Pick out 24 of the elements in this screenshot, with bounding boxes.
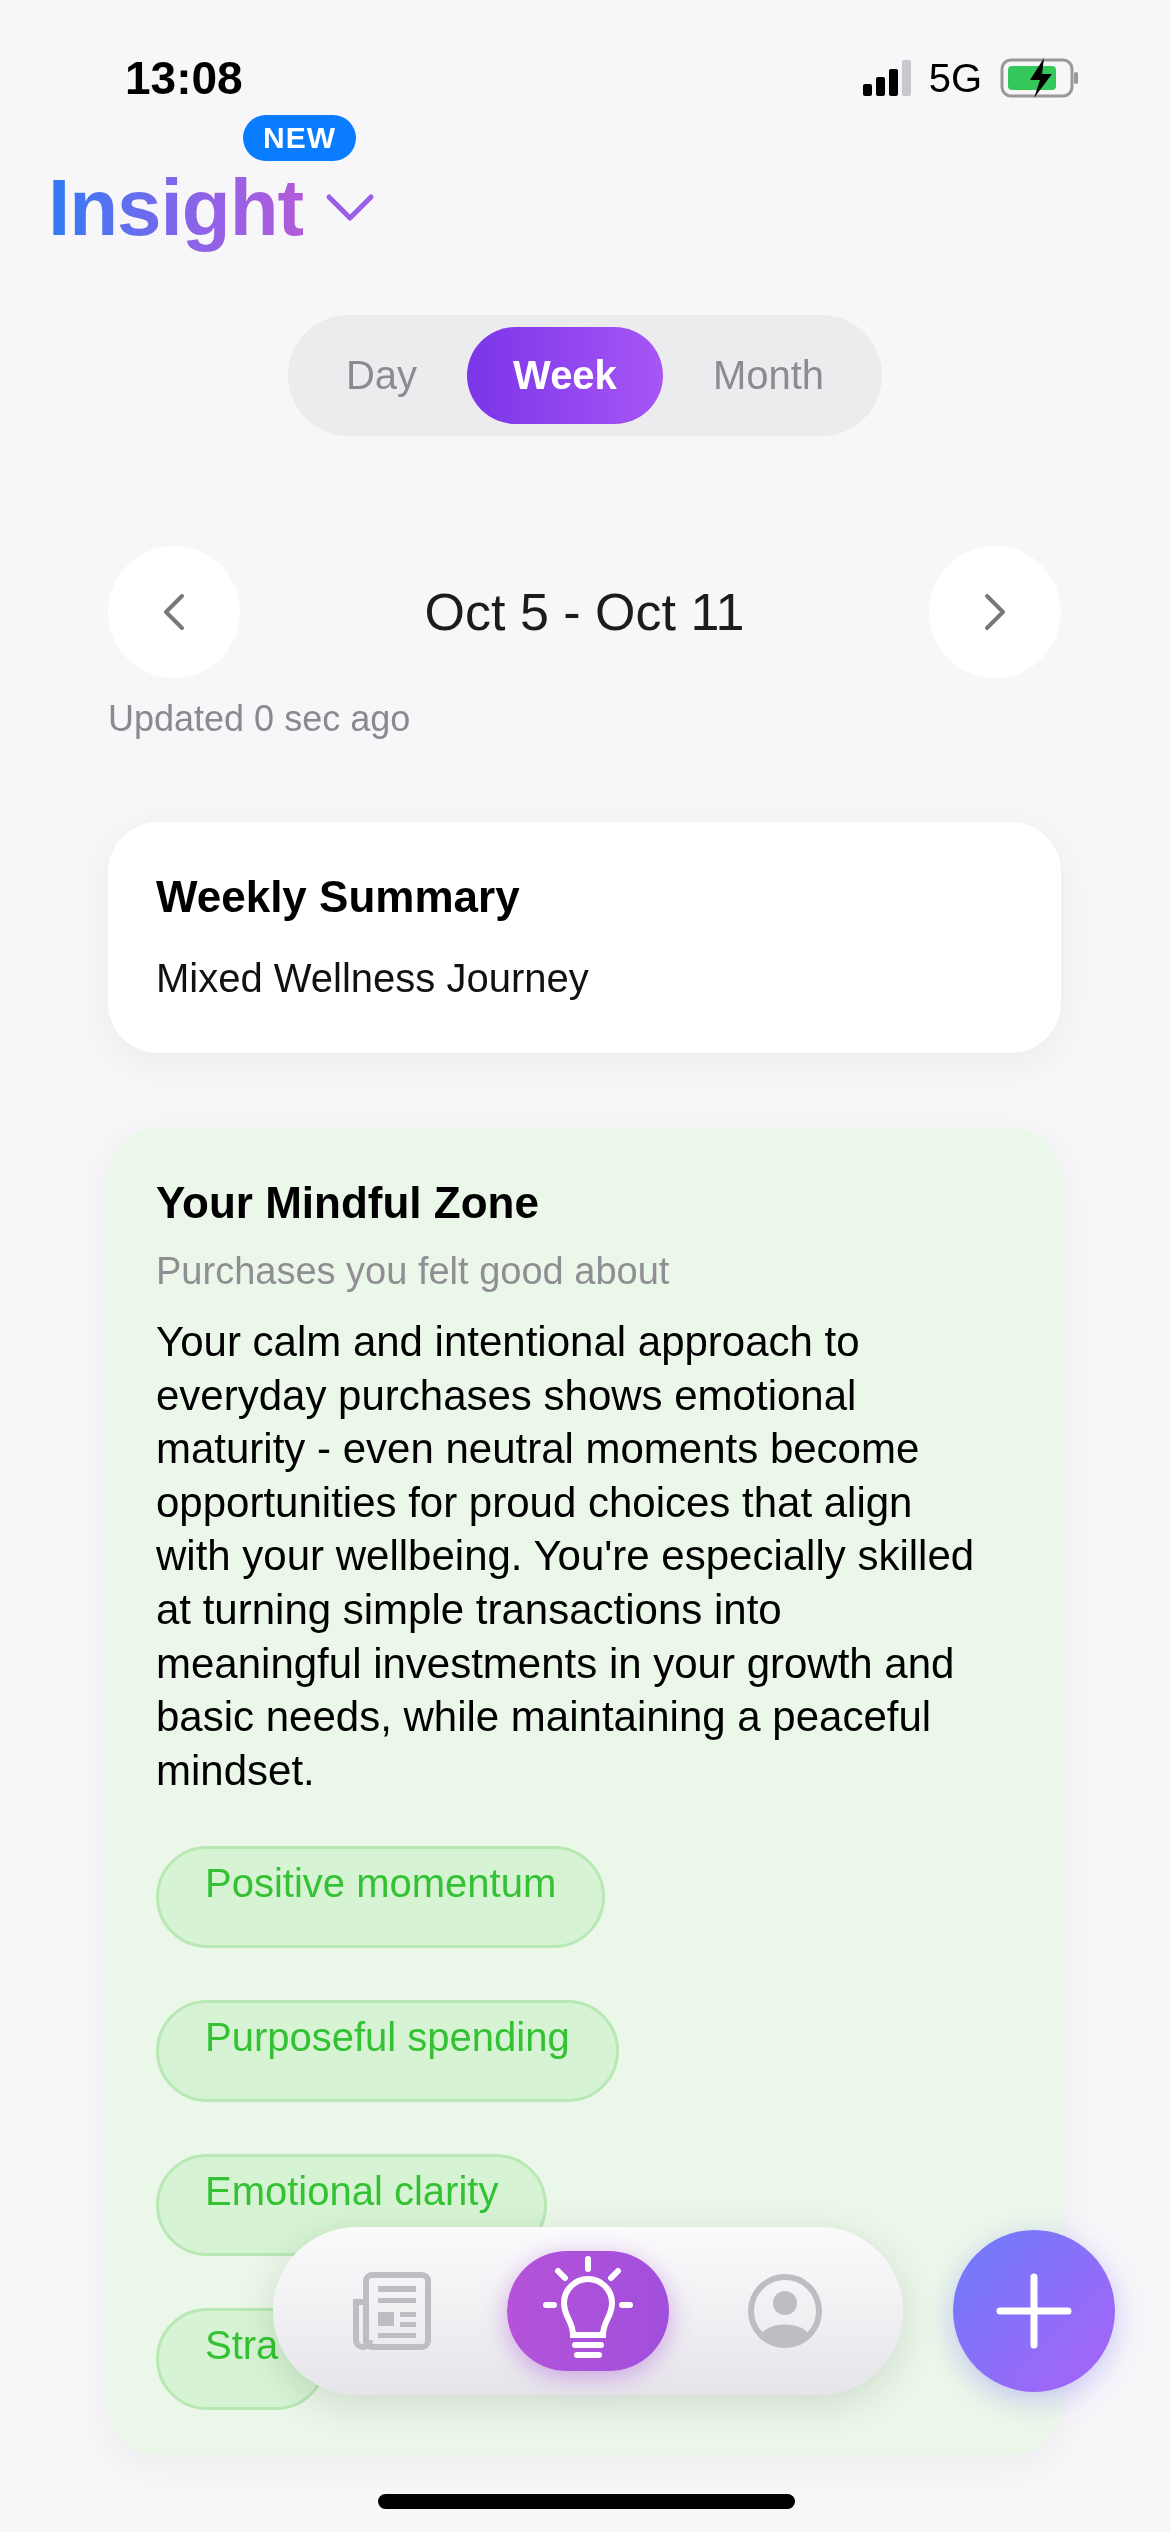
chevron-down-icon[interactable] bbox=[325, 193, 376, 223]
period-tab[interactable]: Day bbox=[299, 327, 464, 424]
plus-icon bbox=[996, 2273, 1072, 2349]
period-tab[interactable]: Month bbox=[666, 327, 871, 424]
date-range: Oct 5 - Oct 11 bbox=[424, 582, 745, 642]
period-tab[interactable]: Week bbox=[467, 327, 663, 424]
network-type: 5G bbox=[928, 55, 982, 101]
signal-icon bbox=[862, 60, 911, 96]
newspaper-icon bbox=[350, 2272, 433, 2350]
summary-text: Mixed Wellness Journey bbox=[156, 956, 590, 1001]
card-subtitle: Purchases you felt good about bbox=[156, 1250, 671, 1293]
insight-tag: Purposeful spending bbox=[156, 2000, 619, 2103]
insight-tag: Positive momentum bbox=[156, 1846, 606, 1949]
status-time: 13:08 bbox=[125, 51, 243, 105]
updated-label: Updated 0 sec ago bbox=[108, 698, 412, 740]
card-title: Your Mindful Zone bbox=[156, 1178, 540, 1228]
profile-icon bbox=[746, 2273, 823, 2349]
card-title: Weekly Summary bbox=[156, 872, 521, 922]
chevron-right-icon bbox=[983, 592, 1007, 632]
chevron-left-icon bbox=[162, 592, 186, 632]
insight-paragraph: Your calm and intentional approach to everyday purchases shows emotional maturity - even neutral moments become opportunities for proud choices that align with your wellbeing. You're especially skilled at turning simple transactions into meaningful investments in your growth and basic needs, while maintaining a peaceful mindset. bbox=[156, 1317, 976, 1796]
new-badge: NEW bbox=[243, 115, 356, 161]
tab-bar-item[interactable] bbox=[507, 2251, 669, 2371]
battery-icon bbox=[1000, 58, 1080, 98]
